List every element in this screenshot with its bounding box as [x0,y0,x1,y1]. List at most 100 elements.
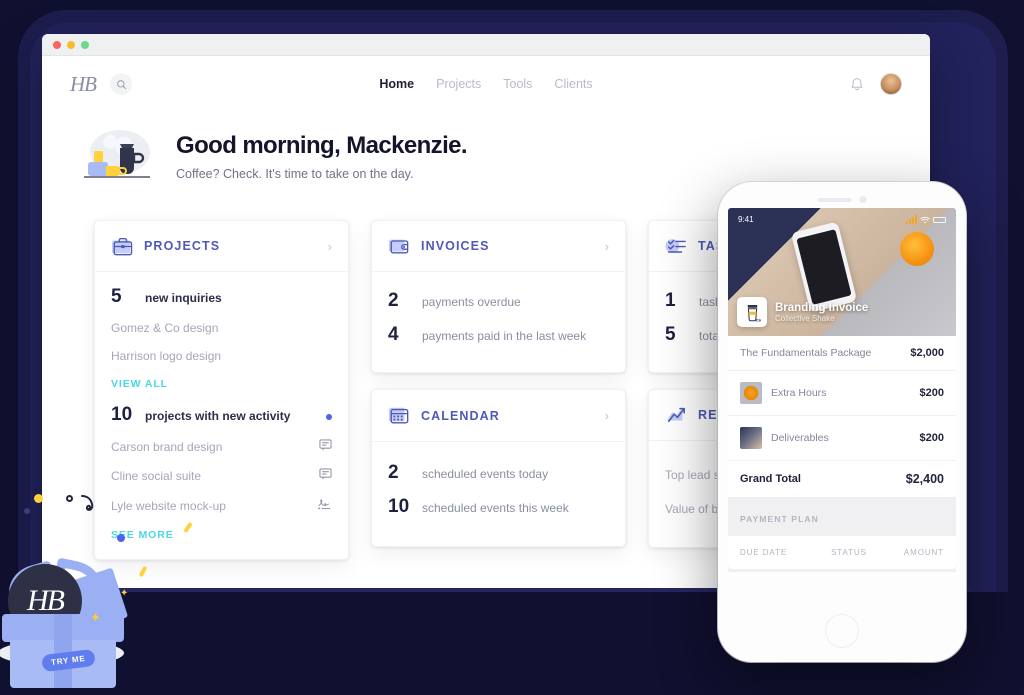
tasks-total-count: 5 [665,324,676,345]
calendar-stat-today: 2 scheduled events today [388,462,609,484]
phone-notch [817,196,867,203]
calendar-card-title: CALENDAR [421,408,500,423]
line-item-thumbnail [740,382,762,404]
nav-item-home[interactable]: Home [379,77,414,91]
bell-icon[interactable] [850,77,864,92]
checklist-icon [665,239,686,253]
projects-card-title: PROJECTS [144,239,221,253]
wifi-icon [920,216,930,223]
brand-logo[interactable]: HB [70,72,97,97]
confetti-dark-dot [24,508,30,514]
calendar-today-count: 2 [388,462,399,483]
line-item-amount: $200 [919,432,944,444]
invoices-paid-label: payments paid in the last week [422,329,587,343]
column-due-date: DUE DATE [740,548,788,557]
project-name: Cline social suite [111,468,202,483]
invoices-card-title: INVOICES [421,239,490,253]
gift-box-widget[interactable]: HB TRY ME ✦ ✦ [0,548,132,688]
line-item-name: Extra Hours [771,387,827,399]
svg-text:x: x [318,505,321,510]
calendar-card-header[interactable]: CALENDAR › [372,390,625,442]
grid-column-1: PROJECTS › 5 new inquiries Gomez & Co de… [94,220,349,560]
calendar-card-body: 2 scheduled events today 10 scheduled ev… [372,442,625,546]
list-item[interactable]: Gomez & Co design [111,314,332,342]
grand-total-amount: $2,400 [905,472,944,486]
briefcase-icon [112,238,133,256]
user-avatar[interactable] [880,73,902,95]
page-title: Good morning, Mackenzie. [176,131,468,159]
list-item[interactable]: Cline social suite [111,461,332,490]
grid-column-2: INVOICES › 2 payments overdue 4 payments… [371,220,626,560]
phone-home-button[interactable] [825,614,859,648]
project-name: Lyle website mock-up [111,498,226,513]
confetti-ring [66,495,73,502]
greeting-subtitle: Coffee? Check. It's time to take on the … [176,166,414,181]
nav-item-tools[interactable]: Tools [503,77,532,91]
coffee-illustration-icon [84,130,150,178]
confetti-blue-dot [117,534,125,542]
signal-bars-icon [906,215,917,224]
nav-right-actions [850,73,902,95]
projects-card[interactable]: PROJECTS › 5 new inquiries Gomez & Co de… [94,220,349,560]
line-item-amount: $2,000 [910,347,944,359]
confetti-yellow-dot [34,494,43,503]
projects-card-header[interactable]: PROJECTS › [95,221,348,272]
nav-item-projects[interactable]: Projects [436,77,481,91]
project-name: Gomez & Co design [111,321,219,335]
invoices-stat-overdue: 2 payments overdue [388,290,609,312]
chat-icon[interactable] [319,439,332,454]
phone-speaker [817,197,852,202]
calendar-today-label: scheduled events today [422,467,549,481]
payment-plan-table-header: DUE DATE STATUS AMOUNT [728,536,956,569]
list-item[interactable]: Carson brand design [111,432,332,461]
window-minimize-button[interactable] [67,40,75,49]
wallet-icon [389,239,409,254]
project-name: Harrison logo design [111,349,222,363]
calendar-card[interactable]: CALENDAR › 2 scheduled events today 10 s… [371,389,626,547]
search-icon [116,79,126,89]
invoice-line-item[interactable]: The Fundamentals Package $2,000 [728,336,956,371]
list-item[interactable]: Harrison logo design [111,342,332,370]
nav-item-clients[interactable]: Clients [554,77,592,91]
line-item-thumbnail [740,427,762,449]
list-item[interactable]: Lyle website mock-up x [111,490,332,521]
invoice-line-item[interactable]: Extra Hours $200 [728,371,956,416]
chat-icon[interactable] [319,468,332,483]
column-amount: AMOUNT [903,548,944,557]
search-button[interactable] [110,73,132,95]
grand-total-label: Grand Total [740,473,801,485]
hero-orange [900,232,934,266]
chevron-right-icon[interactable]: › [605,408,609,423]
invoices-card[interactable]: INVOICES › 2 payments overdue 4 payments… [371,220,626,373]
projects-activity-label: projects with new activity [145,409,291,423]
invoice-hero-label: cs Branding Invoice Collective Shake [737,297,868,327]
invoices-card-header[interactable]: INVOICES › [372,221,625,272]
window-maximize-button[interactable] [81,40,89,49]
tasks-due-count: 1 [665,290,676,311]
line-item-name: Deliverables [771,432,829,444]
calendar-stat-week: 10 scheduled events this week [388,496,609,518]
see-more-link[interactable]: SEE MORE [111,521,332,543]
invoices-card-body: 2 payments overdue 4 payments paid in th… [372,272,625,372]
view-all-link[interactable]: VIEW ALL [111,370,332,392]
projects-stat-activity: 10 projects with new activity [111,404,332,426]
chevron-right-icon[interactable]: › [605,239,609,254]
chart-up-icon [666,407,685,423]
invoices-overdue-label: payments overdue [422,295,521,309]
line-item-name: The Fundamentals Package [740,347,872,359]
greeting-section: Good morning, Mackenzie. Coffee? Check. … [42,112,930,186]
sparkle-icon: ✦ [120,588,129,599]
invoice-hero-image: 9:41 cs Branding Invoice Collective Shak… [728,208,956,336]
projects-card-body: 5 new inquiries Gomez & Co design Harris… [95,272,348,559]
signature-icon[interactable]: x [317,497,332,514]
invoice-grand-total-row: Grand Total $2,400 [728,461,956,498]
projects-inquiries-count: 5 [111,286,122,307]
window-close-button[interactable] [53,40,61,49]
invoice-line-item[interactable]: Deliverables $200 [728,416,956,461]
calendar-week-count: 10 [388,496,410,517]
chevron-right-icon[interactable]: › [328,239,332,254]
phone-clock: 9:41 [738,215,754,224]
top-navigation: HB Home Projects Tools Clients [42,56,930,112]
new-activity-indicator [326,414,332,420]
invoice-title: Branding Invoice [775,301,869,314]
